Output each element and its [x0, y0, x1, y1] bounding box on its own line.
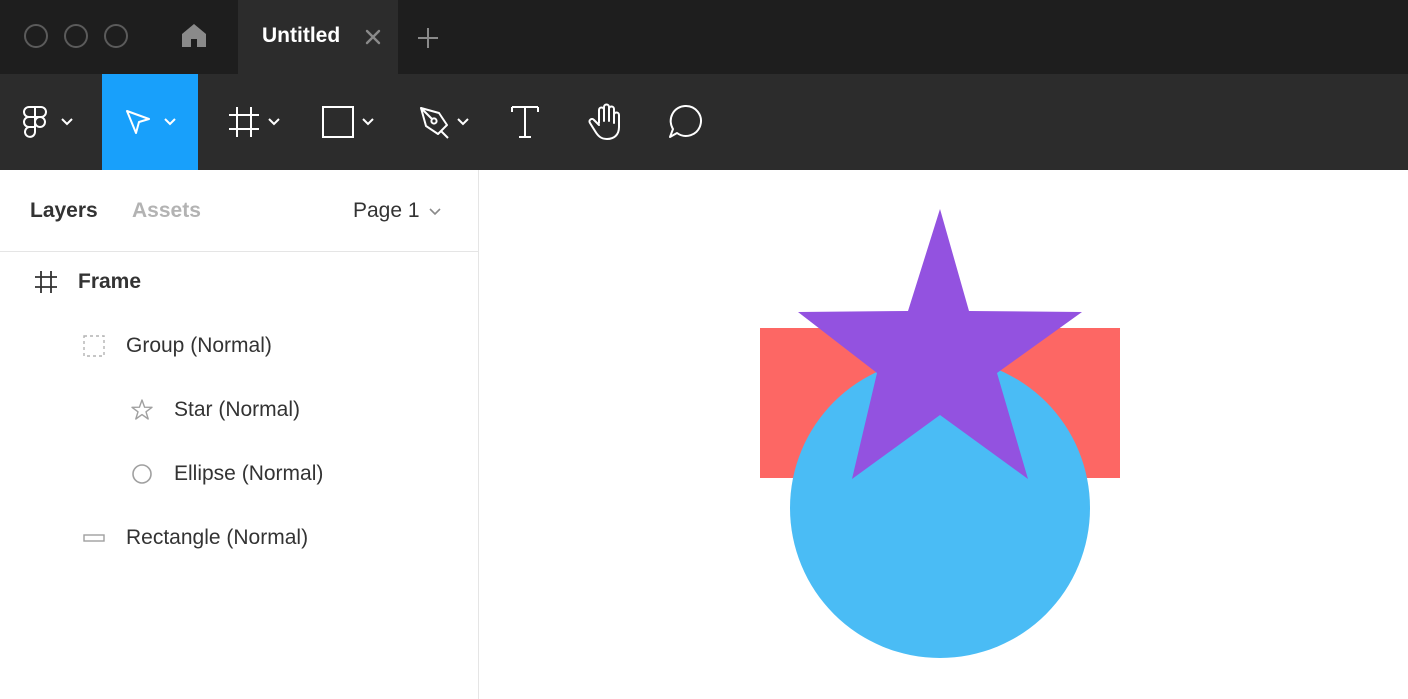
- layer-row-group[interactable]: Group (Normal): [0, 326, 479, 366]
- tab-title: Untitled: [262, 24, 341, 47]
- window-zoom-button[interactable]: [104, 24, 128, 48]
- frame-icon: [227, 105, 261, 139]
- home-icon: [180, 21, 208, 54]
- layer-name: Star (Normal): [174, 398, 301, 421]
- layer-name: Rectangle (Normal): [126, 526, 309, 549]
- rectangle-icon: [82, 526, 106, 550]
- layer-row-frame[interactable]: Frame: [0, 262, 479, 302]
- canvas-artwork: [760, 209, 1120, 658]
- chevron-down-icon: [163, 117, 177, 127]
- layer-name: Frame: [78, 270, 142, 293]
- move-tool-button[interactable]: [102, 74, 198, 170]
- layer-row-ellipse[interactable]: Ellipse (Normal): [0, 454, 479, 494]
- text-tool-button[interactable]: [496, 74, 554, 170]
- chevron-down-icon: [361, 117, 375, 127]
- plus-icon: [414, 28, 442, 56]
- chevron-down-icon: [60, 117, 74, 127]
- chevron-down-icon: [267, 117, 281, 127]
- main-menu-button[interactable]: [10, 74, 86, 170]
- chevron-down-icon: [456, 117, 470, 127]
- rectangle-icon: [321, 105, 355, 139]
- layer-name: Group (Normal): [126, 334, 272, 357]
- layer-row-star[interactable]: Star (Normal): [0, 390, 479, 430]
- pen-tool-button[interactable]: [404, 74, 484, 170]
- move-cursor-icon: [123, 107, 153, 137]
- hand-tool-button[interactable]: [576, 74, 634, 170]
- pen-icon: [418, 105, 452, 139]
- figma-logo-icon: [22, 105, 52, 139]
- panel-tabs: Layers Assets Page 1: [0, 170, 479, 252]
- layers-panel: Layers Assets Page 1 Frame Group (Normal…: [0, 170, 479, 699]
- tab-assets[interactable]: Assets: [132, 197, 201, 225]
- window-minimize-button[interactable]: [64, 24, 88, 48]
- page-selector-label: Page 1: [353, 199, 420, 222]
- hand-icon: [587, 103, 623, 141]
- title-bar: Untitled: [0, 0, 1408, 74]
- frame-tool-button[interactable]: [214, 74, 294, 170]
- chevron-down-icon: [428, 197, 442, 225]
- design-canvas[interactable]: [480, 170, 1408, 699]
- home-button[interactable]: [170, 18, 218, 56]
- frame-icon: [34, 270, 58, 294]
- comment-tool-button[interactable]: [656, 74, 714, 170]
- window-close-button[interactable]: [24, 24, 48, 48]
- page-selector[interactable]: Page 1: [353, 197, 442, 225]
- ellipse-icon: [130, 462, 154, 486]
- text-icon: [509, 104, 541, 140]
- tab-layers[interactable]: Layers: [30, 197, 98, 225]
- figma-app-window: Untitled Layers Assets Page 1 Frame Grou…: [0, 0, 1408, 699]
- close-icon[interactable]: [362, 26, 384, 48]
- new-tab-button[interactable]: [414, 24, 442, 52]
- star-icon: [130, 398, 154, 422]
- shape-tool-button[interactable]: [308, 74, 388, 170]
- tab-untitled[interactable]: Untitled: [238, 0, 398, 74]
- layer-row-rectangle[interactable]: Rectangle (Normal): [0, 518, 479, 558]
- comment-icon: [666, 103, 704, 141]
- layer-name: Ellipse (Normal): [174, 462, 324, 485]
- group-icon: [82, 334, 106, 358]
- toolbar: [0, 74, 1408, 170]
